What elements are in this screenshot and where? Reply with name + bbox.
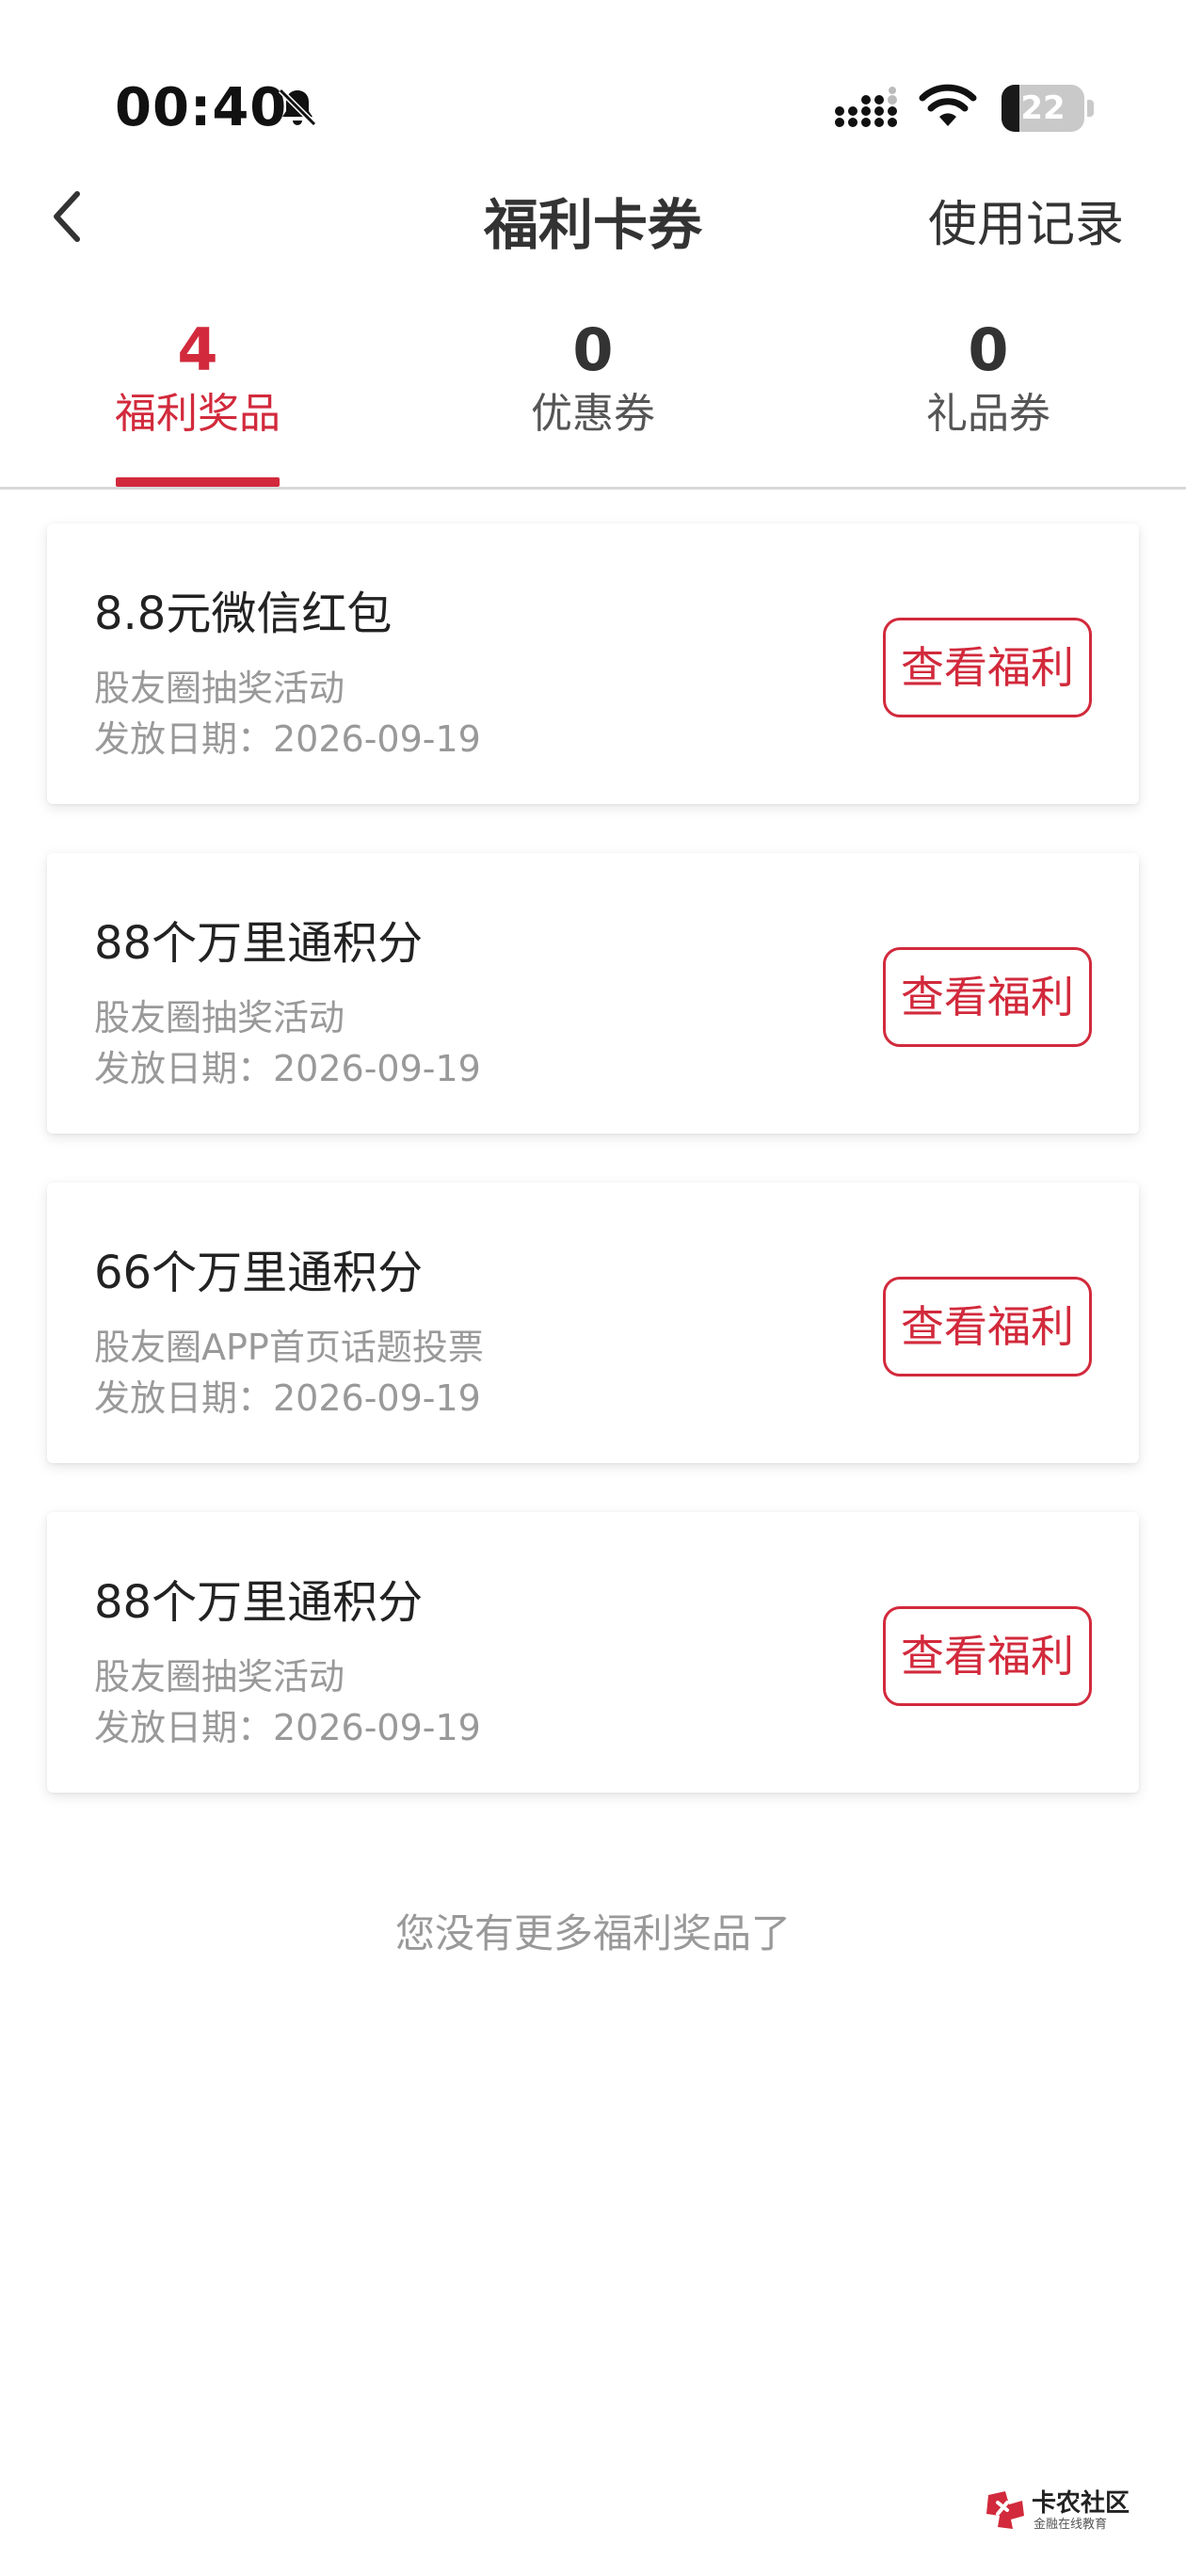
- end-of-list-note: 您没有更多福利奖品了: [394, 1910, 791, 1956]
- active-tab-indicator: [116, 477, 280, 487]
- card-title: 88个万里通积分: [94, 917, 424, 970]
- view-welfare-button[interactable]: 查看福利: [883, 947, 1092, 1047]
- status-time: 00:40: [115, 77, 288, 138]
- view-welfare-button[interactable]: 查看福利: [883, 1606, 1092, 1706]
- card-date: 发放日期：2026-09-19: [94, 718, 481, 760]
- card-source: 股友圈抽奖活动: [94, 668, 345, 709]
- watermark-logo: 卡农社区 金融在线教育: [985, 2482, 1145, 2538]
- welfare-card: 88个万里通积分 股友圈抽奖活动 发放日期：2026-09-19 查看福利: [47, 853, 1139, 1134]
- card-date: 发放日期：2026-09-19: [94, 1707, 481, 1748]
- tab-label: 优惠券: [531, 390, 655, 438]
- card-source: 股友圈APP首页话题投票: [94, 1327, 484, 1368]
- tab-label: 福利奖品: [115, 390, 280, 438]
- signal-icon: [835, 87, 897, 127]
- kanong-logo-icon: [986, 2491, 1024, 2529]
- welfare-card: 88个万里通积分 股友圈抽奖活动 发放日期：2026-09-19 查看福利: [47, 1512, 1139, 1793]
- card-title: 66个万里通积分: [94, 1247, 424, 1299]
- welfare-list: 8.8元微信红包 股友圈抽奖活动 发放日期：2026-09-19 查看福利 88…: [47, 523, 1139, 1842]
- tab-welfare-prizes[interactable]: 4 福利奖品: [0, 292, 395, 487]
- tab-gift-vouchers[interactable]: 0 礼品券: [791, 292, 1186, 487]
- card-date: 发放日期：2026-09-19: [94, 1048, 481, 1089]
- tab-bar: 4 福利奖品 0 优惠券 0 礼品券: [0, 292, 1186, 490]
- bell-muted-icon: [278, 88, 317, 127]
- card-date: 发放日期：2026-09-19: [94, 1377, 481, 1419]
- tab-count: 4: [177, 315, 218, 384]
- watermark-tagline: 金融在线教育: [1034, 2518, 1108, 2532]
- card-title: 88个万里通积分: [94, 1576, 424, 1629]
- tab-count: 0: [968, 315, 1009, 384]
- page: 00:40 22 福利卡券 使用记录 4 福利奖品 0 优惠券 0 礼品券 8.…: [0, 0, 1186, 2576]
- card-source: 股友圈抽奖活动: [94, 1656, 345, 1698]
- tab-coupons[interactable]: 0 优惠券: [395, 292, 791, 487]
- view-welfare-button[interactable]: 查看福利: [883, 1277, 1092, 1377]
- card-title: 8.8元微信红包: [94, 588, 393, 640]
- battery-level: 22: [1020, 89, 1066, 127]
- nav-bar: 福利卡券 使用记录: [0, 160, 1186, 273]
- wifi-icon: [919, 84, 977, 126]
- welfare-card: 66个万里通积分 股友圈APP首页话题投票 发放日期：2026-09-19 查看…: [47, 1183, 1139, 1463]
- usage-history-link[interactable]: 使用记录: [928, 185, 1124, 255]
- status-bar: 00:40 22: [0, 0, 1186, 160]
- battery-indicator: 22: [1002, 85, 1094, 132]
- view-welfare-button[interactable]: 查看福利: [883, 618, 1092, 717]
- welfare-card: 8.8元微信红包 股友圈抽奖活动 发放日期：2026-09-19 查看福利: [47, 523, 1139, 804]
- card-source: 股友圈抽奖活动: [94, 997, 345, 1038]
- tab-label: 礼品券: [926, 390, 1050, 438]
- tab-count: 0: [572, 315, 614, 384]
